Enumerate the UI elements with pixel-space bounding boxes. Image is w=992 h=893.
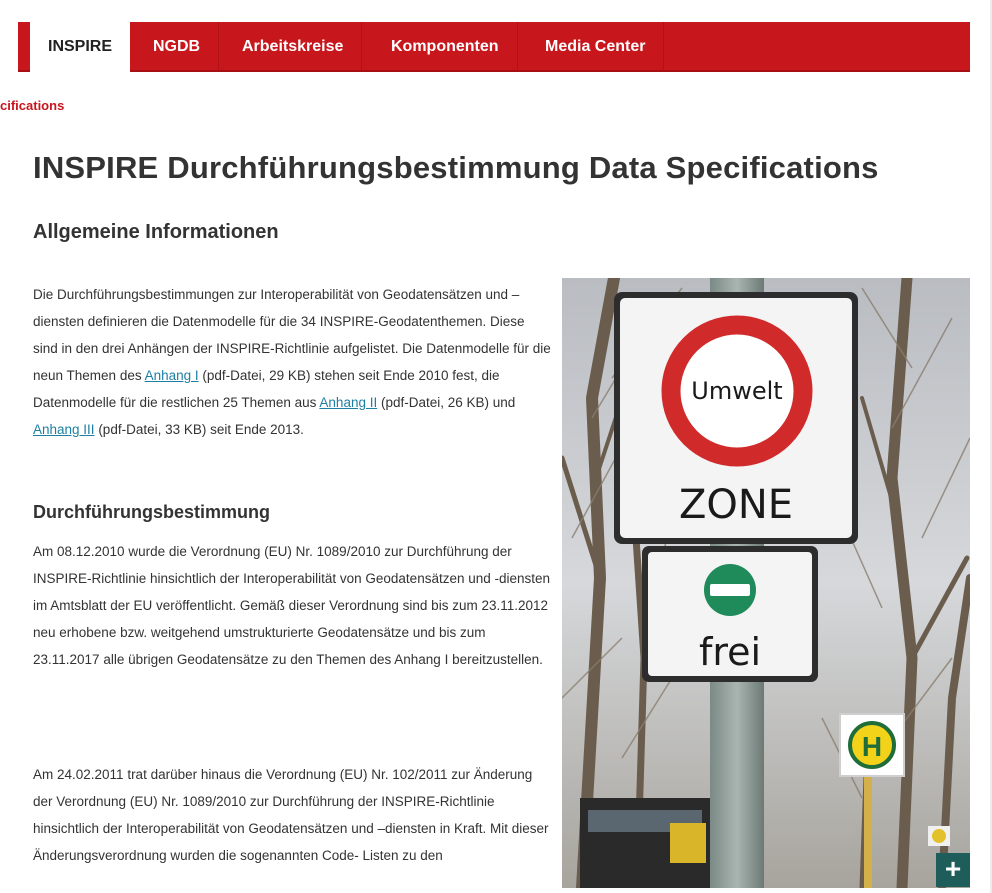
nav-item-inspire[interactable]: INSPIRE xyxy=(30,22,131,72)
intro-text-4: (pdf-Datei, 33 KB) seit Ende 2013. xyxy=(94,422,304,437)
sign-word-umwelt: Umwelt xyxy=(691,377,782,405)
nav-item-arbeitskreise[interactable]: Arbeitskreise xyxy=(224,22,363,70)
link-anhang-2[interactable]: Anhang II xyxy=(319,395,377,410)
sign-word-frei: frei xyxy=(699,630,761,674)
nav-item-komponenten[interactable]: Komponenten xyxy=(373,22,518,70)
nav-item-ngdb[interactable]: NGDB xyxy=(135,22,220,70)
bus-stop-letter: H xyxy=(862,731,882,762)
sign-word-zone: ZONE xyxy=(679,482,793,528)
implementation-paragraph-2: Am 24.02.2011 trat darüber hinaus die Ve… xyxy=(33,767,549,863)
heading-implementation: Durchführungsbestimmung xyxy=(33,502,270,522)
expand-image-button[interactable]: + xyxy=(936,853,970,887)
intro-text-3: (pdf-Datei, 26 KB) und xyxy=(377,395,516,410)
environmental-zone-photo: H Umwelt ZONE frei xyxy=(562,278,970,888)
breadcrumb[interactable]: cifications xyxy=(0,98,64,113)
main-navigation: INSPIRE NGDB Arbeitskreise Komponenten M… xyxy=(18,22,970,72)
link-anhang-3[interactable]: Anhang III xyxy=(33,422,95,437)
link-anhang-1[interactable]: Anhang I xyxy=(145,368,199,383)
heading-general-information: Allgemeine Informationen xyxy=(33,221,279,243)
page-title: INSPIRE Durchführungsbestimmung Data Spe… xyxy=(33,150,879,185)
nav-item-media-center[interactable]: Media Center xyxy=(527,22,665,70)
implementation-paragraph-1: Am 08.12.2010 wurde die Verordnung (EU) … xyxy=(33,544,551,667)
intro-paragraph: Die Durchführungsbestimmungen zur Intero… xyxy=(33,281,553,443)
page: INSPIRE NGDB Arbeitskreise Komponenten M… xyxy=(0,0,990,893)
